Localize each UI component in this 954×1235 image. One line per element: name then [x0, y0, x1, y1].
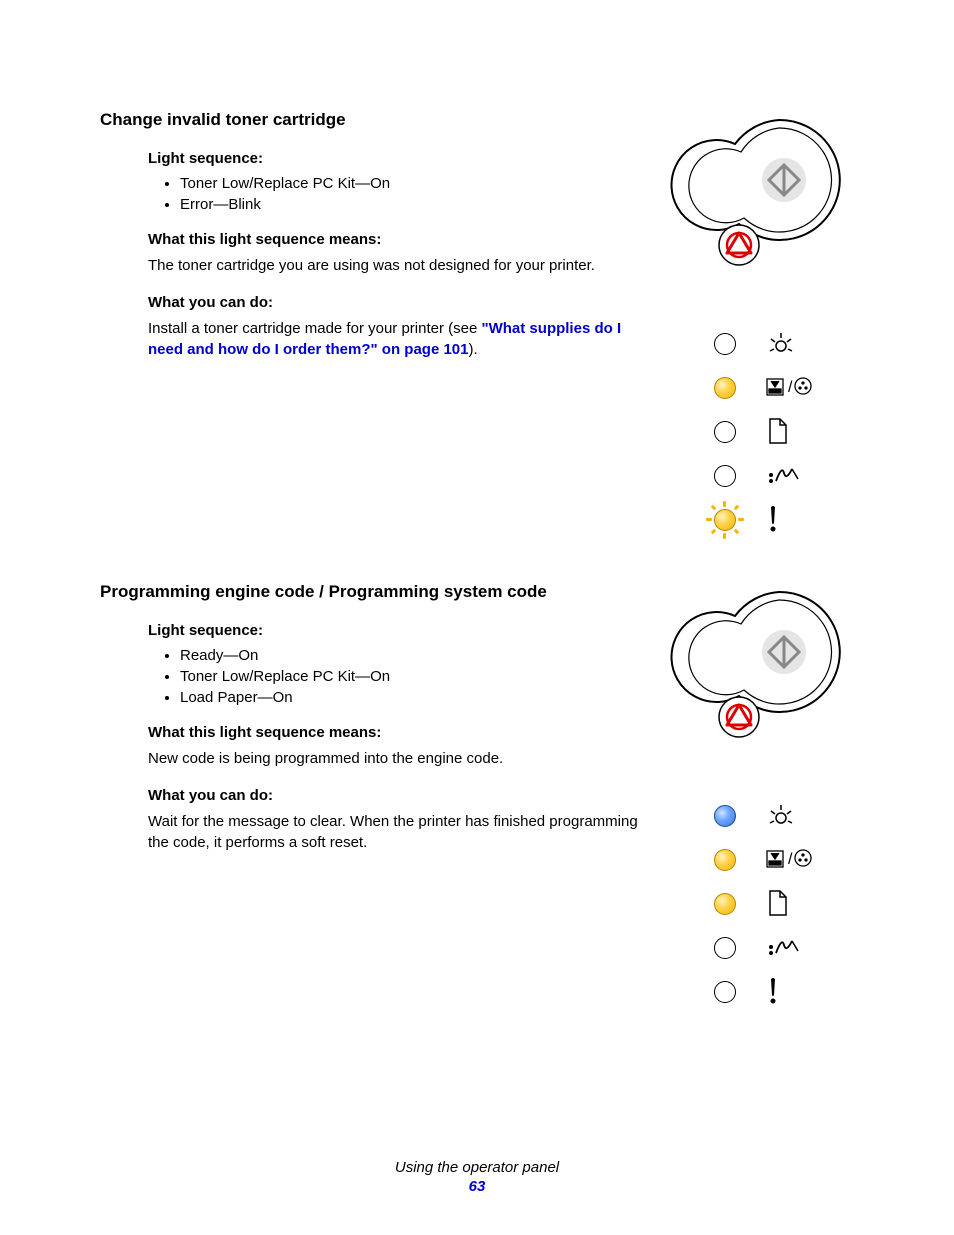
- status-row: [714, 454, 874, 498]
- toner-icon: /: [766, 373, 806, 403]
- status-row: [714, 794, 874, 838]
- do-suffix: ).: [469, 341, 478, 358]
- status-row-list: /: [714, 322, 874, 542]
- chapter-title: Using the operator panel: [0, 1159, 954, 1176]
- error-icon: [766, 977, 806, 1007]
- led-off: [714, 421, 736, 443]
- do-body: Wait for the message to clear. When the …: [148, 812, 644, 853]
- status-row: [714, 410, 874, 454]
- section-change-toner: Change invalid toner cartridge Light seq…: [100, 110, 874, 542]
- section-title: Change invalid toner cartridge: [100, 110, 644, 130]
- text-column: Change invalid toner cartridge Light seq…: [100, 110, 664, 542]
- jam-icon: [766, 461, 806, 491]
- led-on-amber: [714, 377, 736, 399]
- status-row: [714, 882, 874, 926]
- led-on-blue: [714, 805, 736, 827]
- led-off: [714, 333, 736, 355]
- text-column: Programming engine code / Programming sy…: [100, 582, 664, 1014]
- panel-outline-icon: [664, 582, 854, 782]
- error-icon: [766, 505, 806, 535]
- means-body: New code is being programmed into the en…: [148, 749, 644, 769]
- operator-panel: /: [664, 582, 874, 1014]
- do-prefix: Install a toner cartridge made for your …: [148, 320, 482, 337]
- section-title: Programming engine code / Programming sy…: [100, 582, 644, 602]
- light-sequence-list: Ready—On Toner Low/Replace PC Kit—On Loa…: [180, 647, 644, 706]
- status-row: [714, 322, 874, 366]
- means-body: The toner cartridge you are using was no…: [148, 256, 644, 276]
- do-body: Install a toner cartridge made for your …: [148, 319, 644, 360]
- led-on-amber: [714, 849, 736, 871]
- cancel-button-icon: [719, 697, 759, 737]
- svg-text:/: /: [788, 851, 793, 868]
- light-sequence-heading: Light sequence:: [148, 622, 644, 639]
- means-heading: What this light sequence means:: [148, 724, 644, 741]
- led-on-amber: [714, 893, 736, 915]
- list-item: Load Paper—On: [180, 689, 644, 706]
- led-blinking: [708, 503, 742, 537]
- status-row: /: [714, 366, 874, 410]
- ready-icon: [766, 329, 806, 359]
- list-item: Toner Low/Replace PC Kit—On: [180, 668, 644, 685]
- status-row: [714, 970, 874, 1014]
- light-sequence-heading: Light sequence:: [148, 150, 644, 167]
- svg-text:/: /: [788, 379, 793, 396]
- status-row: /: [714, 838, 874, 882]
- do-heading: What you can do:: [148, 294, 644, 311]
- status-row: [714, 926, 874, 970]
- do-heading: What you can do:: [148, 787, 644, 804]
- cancel-button-icon: [719, 225, 759, 265]
- means-heading: What this light sequence means:: [148, 231, 644, 248]
- list-item: Ready—On: [180, 647, 644, 664]
- jam-icon: [766, 933, 806, 963]
- ready-icon: [766, 801, 806, 831]
- paper-icon: [766, 889, 806, 919]
- operator-panel: /: [664, 110, 874, 542]
- paper-icon: [766, 417, 806, 447]
- light-sequence-list: Toner Low/Replace PC Kit—On Error—Blink: [180, 175, 644, 213]
- led-off: [714, 981, 736, 1003]
- led-off: [714, 937, 736, 959]
- toner-icon: /: [766, 845, 806, 875]
- page-number: 63: [0, 1178, 954, 1195]
- status-row: [714, 498, 874, 542]
- led-off: [714, 465, 736, 487]
- list-item: Error—Blink: [180, 196, 644, 213]
- section-programming-code: Programming engine code / Programming sy…: [100, 582, 874, 1014]
- panel-outline-icon: [664, 110, 854, 310]
- list-item: Toner Low/Replace PC Kit—On: [180, 175, 644, 192]
- status-row-list: /: [714, 794, 874, 1014]
- page-footer: Using the operator panel 63: [0, 1159, 954, 1195]
